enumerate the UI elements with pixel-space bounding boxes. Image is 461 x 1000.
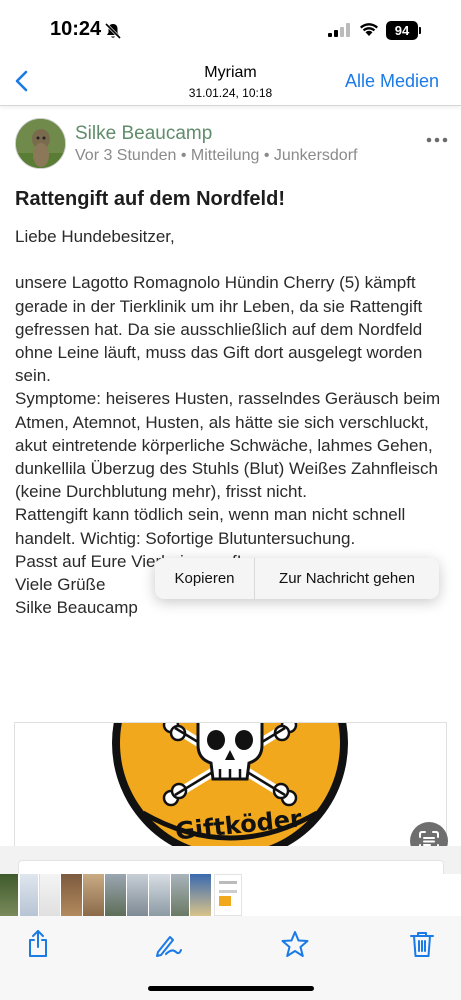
thumbnail-selected[interactable] bbox=[214, 874, 242, 916]
home-indicator[interactable] bbox=[148, 986, 314, 991]
go-to-message-menu-item[interactable]: Zur Nachricht gehen bbox=[255, 558, 439, 599]
ellipsis-icon[interactable] bbox=[424, 130, 450, 150]
avatar[interactable] bbox=[15, 118, 66, 169]
bell-off-icon bbox=[104, 22, 122, 40]
nav-bar: Myriam 31.01.24, 10:18 Alle Medien bbox=[0, 56, 461, 106]
thumbnail[interactable] bbox=[127, 874, 148, 916]
battery-tip bbox=[419, 27, 421, 34]
thumbnail[interactable] bbox=[83, 874, 104, 916]
thumbnail[interactable] bbox=[149, 874, 170, 916]
context-menu: Kopieren Zur Nachricht gehen bbox=[155, 558, 439, 599]
thumbnail[interactable] bbox=[61, 874, 82, 916]
thumbnail[interactable] bbox=[105, 874, 126, 916]
thumbnail[interactable] bbox=[39, 874, 60, 916]
poison-bait-image[interactable]: Giftköder bbox=[14, 722, 447, 847]
post-title: Rattengift auf dem Nordfeld! bbox=[15, 188, 285, 210]
markup-pen-icon[interactable] bbox=[152, 928, 184, 960]
thumbnail[interactable] bbox=[190, 874, 211, 916]
thumbnail-strip[interactable] bbox=[0, 874, 461, 916]
thumbnail[interactable] bbox=[171, 874, 189, 916]
copy-menu-item[interactable]: Kopieren bbox=[155, 558, 255, 599]
thumbnail[interactable] bbox=[0, 874, 18, 916]
signal-icon bbox=[328, 23, 350, 37]
post-meta: Vor 3 Stunden • Mitteilung • Junkersdorf bbox=[75, 147, 358, 164]
author-name[interactable]: Silke Beaucamp bbox=[75, 123, 212, 145]
status-bar: 10:24 94 bbox=[0, 0, 461, 56]
wifi-icon bbox=[360, 23, 378, 36]
dog-avatar-image bbox=[16, 119, 65, 168]
thumbnail[interactable] bbox=[20, 874, 38, 916]
status-time: 10:24 bbox=[50, 18, 102, 40]
share-icon[interactable] bbox=[22, 928, 54, 960]
all-media-button[interactable]: Alle Medien bbox=[345, 71, 439, 92]
battery-level: 94 bbox=[386, 21, 418, 40]
trash-icon[interactable] bbox=[406, 928, 438, 960]
star-icon[interactable] bbox=[279, 928, 311, 960]
